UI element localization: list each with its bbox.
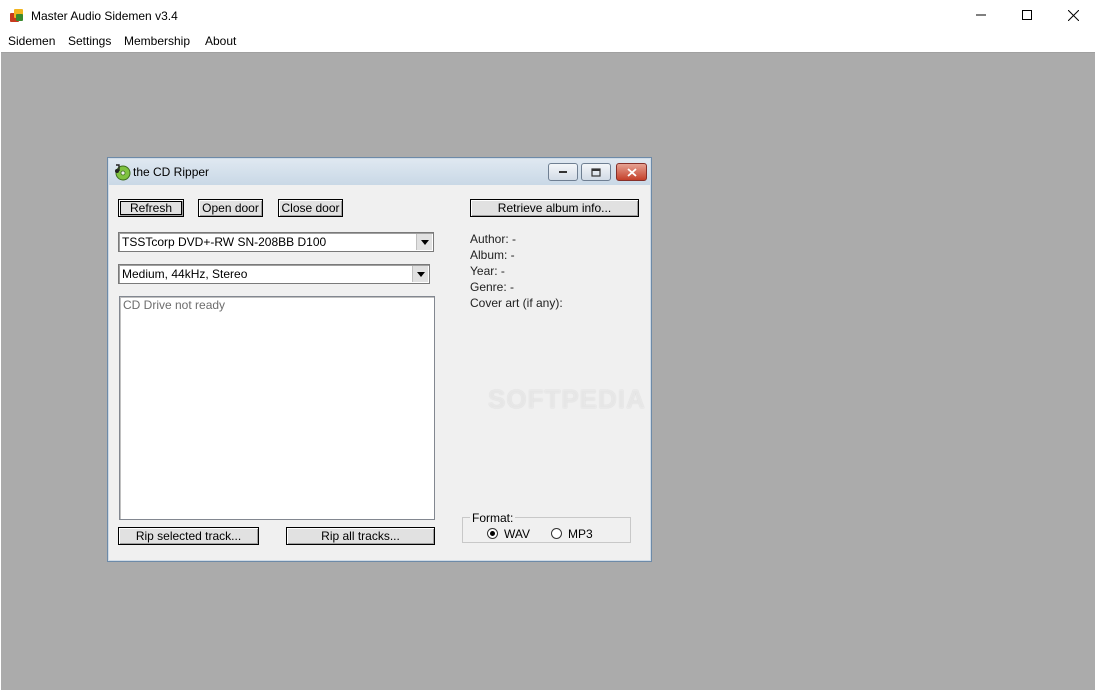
child-title-bar[interactable]: the CD Ripper <box>109 159 650 185</box>
minimize-icon <box>559 171 567 173</box>
maximize-button[interactable] <box>1004 0 1050 30</box>
format-wav-radio[interactable]: WAV <box>487 527 547 541</box>
track-list-status: CD Drive not ready <box>123 298 226 312</box>
cd-ripper-window: the CD Ripper Refresh Open door Close do… <box>107 157 652 562</box>
close-icon <box>626 167 637 177</box>
author-label: Author: - <box>470 232 517 246</box>
format-wav-label: WAV <box>504 527 530 541</box>
retrieve-album-info-button[interactable]: Retrieve album info... <box>470 199 639 217</box>
chevron-down-icon[interactable] <box>412 266 428 282</box>
minimize-button[interactable] <box>958 0 1004 30</box>
cover-art-label: Cover art (if any): <box>470 296 563 310</box>
menu-settings[interactable]: Settings <box>68 33 111 49</box>
refresh-button[interactable]: Refresh <box>118 199 184 217</box>
genre-label: Genre: - <box>470 280 515 294</box>
rip-all-tracks-button[interactable]: Rip all tracks... <box>286 527 435 545</box>
format-mp3-label: MP3 <box>568 527 593 541</box>
quality-select-value: Medium, 44kHz, Stereo <box>122 267 248 281</box>
quality-select[interactable]: Medium, 44kHz, Stereo <box>118 264 430 284</box>
radio-checked-icon <box>487 528 498 539</box>
title-bar: Master Audio Sidemen v3.4 <box>0 0 1096 31</box>
child-maximize-button[interactable] <box>581 163 611 181</box>
drive-select-value: TSSTcorp DVD+-RW SN-208BB D100 <box>122 235 327 249</box>
maximize-icon <box>1022 10 1032 20</box>
menu-sidemen[interactable]: Sidemen <box>8 33 55 49</box>
menu-membership[interactable]: Membership <box>124 33 190 49</box>
minimize-icon <box>976 14 986 16</box>
format-mp3-radio[interactable]: MP3 <box>551 527 611 541</box>
year-label: Year: - <box>470 264 505 278</box>
app-icon <box>9 7 25 23</box>
cd-disc-icon <box>113 163 131 181</box>
watermark: SOFTPEDIA <box>488 384 646 414</box>
rip-selected-track-button[interactable]: Rip selected track... <box>118 527 259 545</box>
close-door-button[interactable]: Close door <box>278 199 343 217</box>
radio-unchecked-icon <box>551 528 562 539</box>
album-label: Album: - <box>470 248 515 262</box>
window-title: Master Audio Sidemen v3.4 <box>31 9 178 23</box>
chevron-down-icon[interactable] <box>416 234 432 250</box>
format-group-label: Format: <box>470 511 516 525</box>
child-close-button[interactable] <box>616 163 647 181</box>
child-window-title: the CD Ripper <box>133 165 210 179</box>
menu-about[interactable]: About <box>205 33 236 49</box>
maximize-icon <box>591 167 601 177</box>
drive-select[interactable]: TSSTcorp DVD+-RW SN-208BB D100 <box>118 232 434 252</box>
child-minimize-button[interactable] <box>548 163 578 181</box>
close-button[interactable] <box>1050 0 1096 30</box>
open-door-button[interactable]: Open door <box>198 199 263 217</box>
track-list[interactable]: CD Drive not ready <box>119 296 435 520</box>
close-icon <box>1067 9 1079 21</box>
menu-bar: Sidemen Settings Membership About <box>0 31 1096 51</box>
